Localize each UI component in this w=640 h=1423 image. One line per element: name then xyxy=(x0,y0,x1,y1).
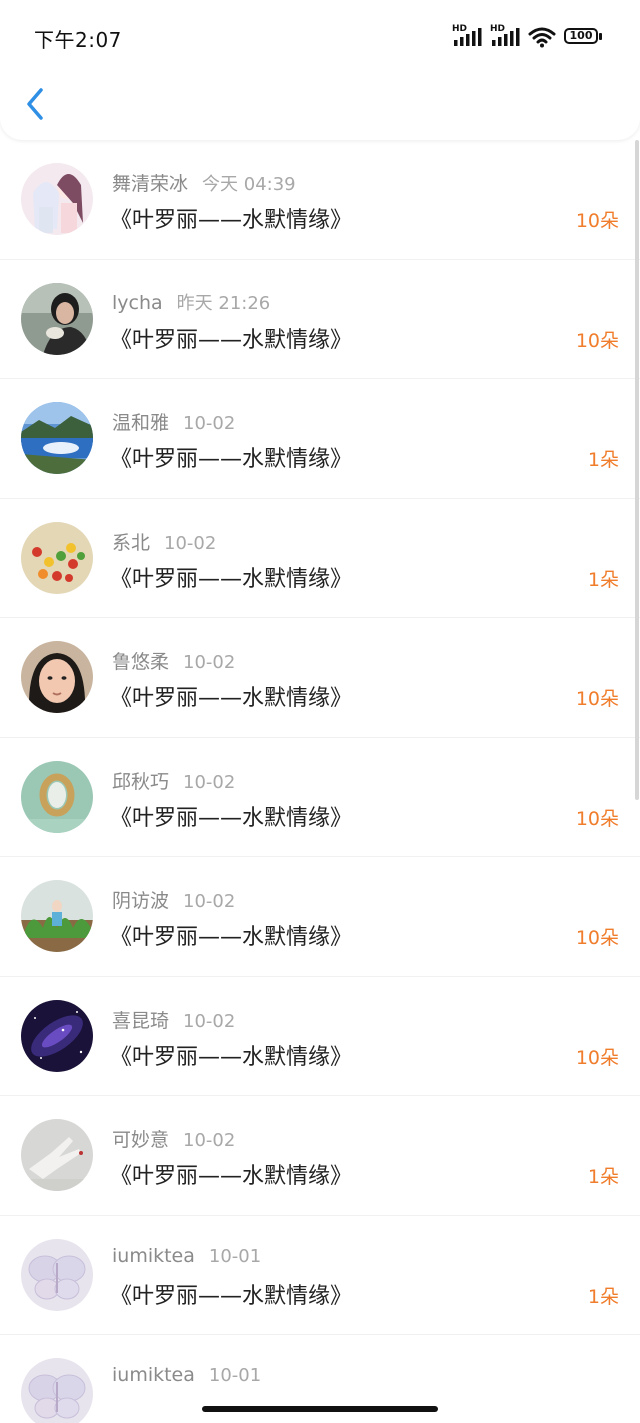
battery-level: 100 xyxy=(569,29,593,42)
avatar[interactable] xyxy=(21,1358,93,1423)
gift-row[interactable]: 鲁悠柔 10-02 《叶罗丽——水默情缘》 10朵 xyxy=(0,618,640,738)
gift-row[interactable]: 舞清荣冰 今天 04:39 《叶罗丽——水默情缘》 10朵 xyxy=(0,140,640,260)
sender-line: 阴访波 10-02 xyxy=(112,886,235,913)
avatar[interactable] xyxy=(21,760,93,833)
back-button[interactable] xyxy=(20,86,50,126)
work-title: 《叶罗丽——水默情缘》 xyxy=(110,208,353,233)
sender-name: 阴访波 xyxy=(112,890,170,912)
sender-name: 邱秋巧 xyxy=(112,770,170,793)
flower-amount: 10朵 xyxy=(575,927,619,949)
avatar[interactable] xyxy=(21,880,93,952)
sender-name: 鲁悠柔 xyxy=(112,651,170,673)
sender-name: 可妙意 xyxy=(112,1129,170,1151)
work-title: 《叶罗丽——水默情缘》 xyxy=(110,1164,353,1189)
work-title: 《叶罗丽——水默情缘》 xyxy=(110,686,353,711)
sender-name: 舞清荣冰 xyxy=(112,173,189,195)
status-time: 下午2:07 xyxy=(34,28,122,52)
sender-line: iumiktea 10-01 xyxy=(112,1245,261,1267)
flower-amount: 10朵 xyxy=(575,210,619,232)
sender-line: 温和雅 10-02 xyxy=(112,408,235,435)
avatar[interactable] xyxy=(21,641,93,713)
avatar[interactable] xyxy=(21,163,93,235)
work-title: 《叶罗丽——水默情缘》 xyxy=(110,925,353,950)
work-title: 《叶罗丽——水默情缘》 xyxy=(110,327,353,353)
gift-row[interactable]: 喜昆琦 10-02 《叶罗丽——水默情缘》 10朵 xyxy=(0,977,640,1096)
send-time: 10-02 xyxy=(183,413,236,434)
sender-line: 系北 10-02 xyxy=(112,528,216,555)
flower-amount: 1朵 xyxy=(587,449,619,471)
send-time: 昨天 21:26 xyxy=(176,292,271,314)
flower-amount: 10朵 xyxy=(575,1046,619,1069)
work-title: 《叶罗丽——水默情缘》 xyxy=(110,1283,353,1309)
sender-line: 舞清荣冰 今天 04:39 xyxy=(112,169,296,196)
scrollbar[interactable] xyxy=(635,140,639,800)
sender-name: 喜昆琦 xyxy=(112,1009,170,1032)
send-time: 今天 04:39 xyxy=(202,174,296,195)
send-time: 10-02 xyxy=(183,1130,236,1151)
battery-icon: 100 xyxy=(564,27,604,47)
wifi-icon xyxy=(528,26,556,48)
sender-name: iumiktea xyxy=(112,1364,195,1386)
send-time: 10-01 xyxy=(208,1245,262,1267)
avatar[interactable] xyxy=(21,999,93,1072)
gift-row[interactable]: lycha 昨天 21:26 《叶罗丽——水默情缘》 10朵 xyxy=(0,260,640,379)
gift-row[interactable]: 阴访波 10-02 《叶罗丽——水默情缘》 10朵 xyxy=(0,857,640,977)
hd-signal-icon: HD xyxy=(490,24,520,48)
avatar[interactable] xyxy=(21,521,93,594)
sender-line: 可妙意 10-02 xyxy=(112,1125,235,1152)
sender-line: 邱秋巧 10-02 xyxy=(112,767,235,794)
work-title: 《叶罗丽——水默情缘》 xyxy=(110,1044,353,1070)
send-time: 10-02 xyxy=(183,771,236,793)
gift-row[interactable]: 温和雅 10-02 《叶罗丽——水默情缘》 1朵 xyxy=(0,379,640,499)
avatar[interactable] xyxy=(21,402,93,474)
hd-signal-icon: HD xyxy=(452,24,482,48)
flower-amount: 1朵 xyxy=(587,1166,619,1188)
work-title: 《叶罗丽——水默情缘》 xyxy=(110,566,353,592)
sender-line: 喜昆琦 10-02 xyxy=(112,1006,235,1033)
gift-list[interactable]: 舞清荣冰 今天 04:39 《叶罗丽——水默情缘》 10朵 lycha 昨天 21:… xyxy=(0,140,640,1423)
home-indicator[interactable] xyxy=(202,1406,438,1412)
send-time: 10-02 xyxy=(183,652,236,673)
sender-name: 温和雅 xyxy=(112,412,170,434)
gift-row[interactable]: 邱秋巧 10-02 《叶罗丽——水默情缘》 10朵 xyxy=(0,738,640,857)
sender-name: iumiktea xyxy=(112,1244,195,1267)
send-time: 10-02 xyxy=(183,891,236,912)
flower-amount: 10朵 xyxy=(575,807,619,830)
status-bar: 下午2:07 HD HD 100 xyxy=(0,0,640,76)
avatar[interactable] xyxy=(21,282,93,355)
sender-name: 系北 xyxy=(112,531,151,554)
flower-amount: 1朵 xyxy=(587,1285,619,1308)
flower-amount: 10朵 xyxy=(575,688,619,710)
flower-amount: 1朵 xyxy=(587,568,619,591)
status-icons: HD HD 100 xyxy=(452,24,604,48)
send-time: 10-02 xyxy=(183,1010,236,1032)
top-bar: 下午2:07 HD HD 100 xyxy=(0,0,640,140)
gift-row[interactable]: 可妙意 10-02 《叶罗丽——水默情缘》 1朵 xyxy=(0,1096,640,1216)
work-title: 《叶罗丽——水默情缘》 xyxy=(110,447,353,472)
gift-row[interactable]: iumiktea 10-01 《叶罗丽——水默情缘》 1朵 xyxy=(0,1216,640,1335)
sender-line: 鲁悠柔 10-02 xyxy=(112,647,235,674)
gift-row[interactable]: 系北 10-02 《叶罗丽——水默情缘》 1朵 xyxy=(0,499,640,618)
sender-line: lycha 昨天 21:26 xyxy=(112,289,270,315)
sender-name: lycha xyxy=(112,291,163,314)
send-time: 10-01 xyxy=(208,1365,262,1386)
sender-line: iumiktea 10-01 xyxy=(112,1364,261,1386)
chevron-left-icon xyxy=(25,88,45,124)
avatar[interactable] xyxy=(21,1238,93,1311)
work-title: 《叶罗丽——水默情缘》 xyxy=(110,805,353,831)
avatar[interactable] xyxy=(21,1119,93,1191)
flower-amount: 10朵 xyxy=(575,329,619,352)
send-time: 10-02 xyxy=(164,532,217,554)
